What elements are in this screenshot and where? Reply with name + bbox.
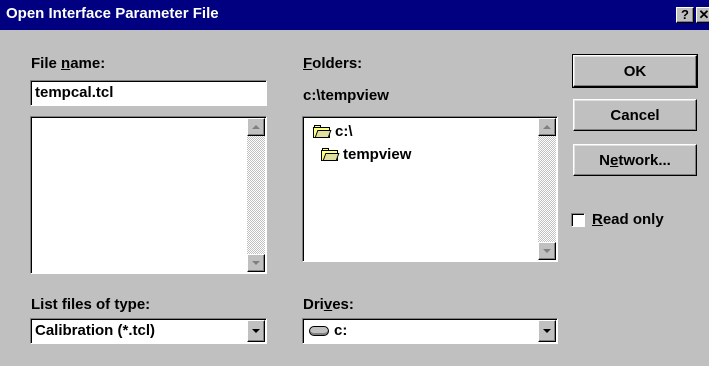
- drive-selected: c:: [309, 322, 347, 339]
- open-folder-icon: [321, 147, 340, 162]
- scroll-up-arrow-icon: [543, 125, 551, 129]
- scroll-up-button[interactable]: [538, 118, 556, 136]
- scroll-down-button[interactable]: [538, 242, 556, 260]
- scroll-up-arrow-icon: [252, 125, 260, 129]
- scroll-up-button[interactable]: [247, 118, 265, 136]
- network-button[interactable]: Ne twork...: [573, 144, 697, 176]
- close-button[interactable]: ✕: [696, 7, 709, 23]
- read-only-checkbox[interactable]: Read only: [571, 211, 664, 228]
- read-only-checkbox-box[interactable]: [571, 212, 585, 227]
- chevron-down-icon: [252, 329, 260, 333]
- current-path: c:\tempview: [303, 87, 389, 104]
- file-type-select[interactable]: Calibration (*.tcl): [30, 318, 267, 344]
- chevron-down-icon: [543, 329, 551, 333]
- hard-drive-icon: [309, 325, 329, 336]
- drives-dropdown-button[interactable]: [538, 320, 556, 342]
- title-bar[interactable]: Open Interface Parameter File ? ✕: [0, 0, 709, 30]
- scroll-down-arrow-icon: [252, 261, 260, 265]
- folder-item-label: c:\: [335, 123, 353, 140]
- file-list-scrollbar[interactable]: [247, 118, 265, 272]
- file-name-input[interactable]: tempcal.tcl: [30, 80, 267, 106]
- ok-button[interactable]: OK: [572, 54, 698, 88]
- folder-list-scrollbar[interactable]: [538, 118, 556, 260]
- file-name-label: File name:: [31, 55, 106, 72]
- scroll-down-button[interactable]: [247, 254, 265, 272]
- cancel-button[interactable]: Cancel: [573, 99, 697, 131]
- file-name-value: tempcal.tcl: [35, 84, 114, 101]
- folder-item-root[interactable]: c:\: [313, 123, 353, 140]
- file-type-value: Calibration (*.tcl): [35, 322, 156, 339]
- folder-item-label: tempview: [343, 146, 412, 163]
- open-folder-icon: [313, 124, 332, 139]
- drives-select[interactable]: c:: [302, 318, 558, 344]
- folder-item-tempview[interactable]: tempview: [321, 146, 411, 163]
- file-type-label: List files of type:: [31, 296, 151, 313]
- window-title: Open Interface Parameter File: [6, 5, 219, 22]
- help-button[interactable]: ?: [676, 7, 694, 23]
- file-type-dropdown-button[interactable]: [247, 320, 265, 342]
- drive-value: c:: [334, 322, 348, 339]
- folder-list[interactable]: c:\ tempview: [302, 116, 558, 262]
- file-list[interactable]: [30, 116, 267, 274]
- read-only-label: Read only: [592, 211, 664, 228]
- folders-label: Folders:: [303, 55, 363, 72]
- scroll-down-arrow-icon: [543, 249, 551, 253]
- drives-label: Drives:: [303, 296, 354, 313]
